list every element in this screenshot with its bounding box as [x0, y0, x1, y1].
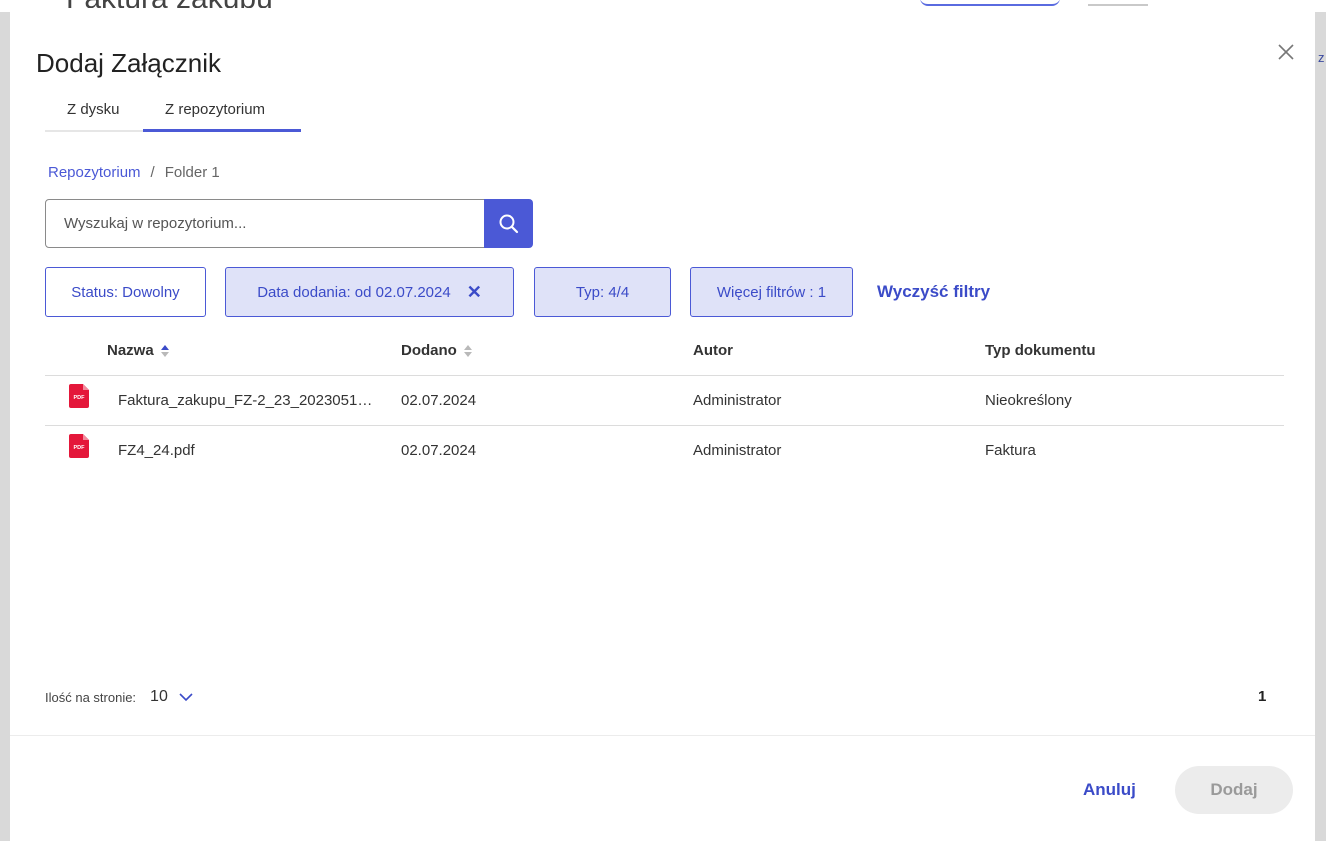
- pdf-icon: PDF: [69, 384, 89, 408]
- filter-status[interactable]: Status: Dowolny: [45, 267, 206, 317]
- chevron-down-icon[interactable]: [178, 692, 194, 702]
- page-size-selector: Ilość na stronie: 10: [45, 688, 194, 706]
- column-header-doc-type: Typ dokumentu: [985, 342, 1096, 359]
- author: Administrator: [693, 442, 782, 459]
- tab-from-repository[interactable]: Z repozytorium: [143, 100, 301, 132]
- documents-table: Nazwa Dodano Autor Typ dokumentu PDF Fak…: [45, 332, 1284, 472]
- table-row[interactable]: PDF FZ4_24.pdf 02.07.2024 Administrator …: [45, 426, 1284, 472]
- column-header-label: Dodano: [401, 342, 457, 359]
- search-button[interactable]: [484, 199, 533, 248]
- close-icon: [1278, 44, 1294, 60]
- document-type: Nieokreślony: [985, 392, 1072, 409]
- filter-date-added[interactable]: Data dodania: od 02.07.2024 ✕: [225, 267, 514, 317]
- filter-more[interactable]: Więcej filtrów : 1: [690, 267, 853, 317]
- tab-from-disk[interactable]: Z dysku: [45, 100, 143, 132]
- cancel-button[interactable]: Anuluj: [1083, 780, 1136, 800]
- column-header-label: Nazwa: [107, 342, 154, 359]
- pdf-icon: PDF: [69, 434, 89, 458]
- breadcrumb-root-link[interactable]: Repozytorium: [48, 164, 141, 181]
- sort-asc-icon: [160, 344, 169, 357]
- page-number[interactable]: 1: [1258, 688, 1266, 705]
- page-size-label: Ilość na stronie:: [45, 689, 137, 705]
- svg-text:PDF: PDF: [74, 395, 86, 401]
- clear-filters-link[interactable]: Wyczyść filtry: [877, 282, 990, 302]
- search-icon: [499, 214, 518, 233]
- column-header-author: Autor: [693, 342, 733, 359]
- breadcrumb-current: Folder 1: [164, 164, 220, 181]
- column-header-added[interactable]: Dodano: [401, 342, 473, 359]
- background-control: [920, 0, 1060, 6]
- breadcrumb-separator: /: [150, 164, 155, 181]
- breadcrumb: Repozytorium / Folder 1: [48, 164, 220, 181]
- page-size-value[interactable]: 10: [150, 688, 168, 706]
- search-input[interactable]: [64, 215, 466, 232]
- close-button[interactable]: [1272, 38, 1300, 66]
- background-fragment: z: [1318, 50, 1325, 65]
- table-row[interactable]: PDF Faktura_zakupu_FZ-2_23_2023051… 02.0…: [45, 376, 1284, 426]
- filter-type[interactable]: Typ: 4/4: [534, 267, 671, 317]
- svg-text:PDF: PDF: [74, 445, 86, 451]
- author: Administrator: [693, 392, 782, 409]
- file-name: Faktura_zakupu_FZ-2_23_2023051…: [118, 392, 373, 409]
- source-tabs: Z dysku Z repozytorium: [45, 100, 301, 132]
- footer-divider: [10, 735, 1315, 736]
- add-button[interactable]: Dodaj: [1175, 766, 1293, 814]
- background-control: [1088, 0, 1148, 6]
- date-added: 02.07.2024: [401, 392, 477, 409]
- filter-date-added-label: Data dodania: od 02.07.2024: [257, 283, 451, 301]
- search-field: [45, 199, 485, 248]
- sort-icon: [463, 344, 472, 357]
- add-attachment-dialog: Dodaj Załącznik Z dysku Z repozytorium R…: [10, 8, 1315, 841]
- column-header-name[interactable]: Nazwa: [107, 342, 170, 359]
- dialog-title: Dodaj Załącznik: [36, 48, 221, 78]
- file-name: FZ4_24.pdf: [118, 442, 195, 459]
- clear-date-filter-icon[interactable]: ✕: [467, 282, 482, 303]
- table-header: Nazwa Dodano Autor Typ dokumentu: [45, 332, 1284, 376]
- date-added: 02.07.2024: [401, 442, 477, 459]
- document-type: Faktura: [985, 442, 1036, 459]
